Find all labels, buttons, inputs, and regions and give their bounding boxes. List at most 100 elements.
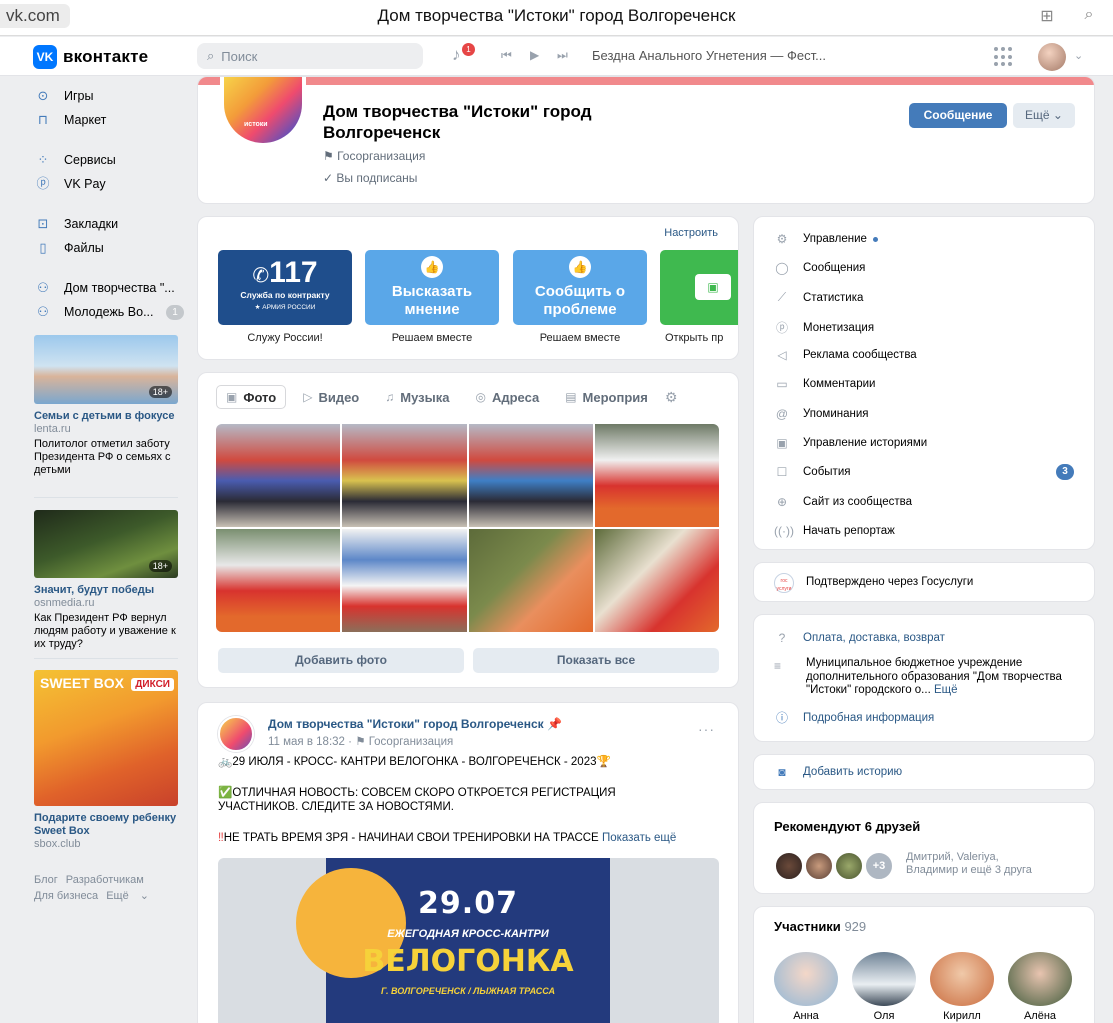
photo-thumbnail[interactable]	[342, 424, 467, 527]
menu-item-comments[interactable]: ▭ Комментарии	[774, 377, 1074, 391]
ad-source: lenta.ru	[34, 423, 71, 435]
previous-track-icon[interactable]: ⏮	[501, 48, 512, 63]
footer-link-developers[interactable]: Разработчикам	[66, 874, 144, 886]
menu-item-stories[interactable]: ▣ Управление историями	[774, 436, 1074, 450]
community-avatar[interactable]: истоки	[220, 77, 306, 147]
sidebar-item-games[interactable]: ⊙ Игры	[34, 84, 184, 108]
notifications-badge: 1	[462, 43, 475, 56]
member[interactable]: Оля	[852, 952, 916, 1022]
post-date[interactable]: 11 мая в 18:32 · ⚑ Госорганизация	[268, 734, 453, 748]
photo-thumbnail[interactable]	[468, 424, 593, 527]
menu-item-broadcast[interactable]: ((·)) Начать репортаж	[774, 524, 1074, 538]
widget-tile-opinion[interactable]: 👍 Высказать мнение	[365, 250, 499, 325]
menu-item-monetization[interactable]: ⓟ Монетизация	[774, 319, 1074, 336]
apps-grid-icon[interactable]	[994, 47, 1014, 67]
gear-icon[interactable]: ⚙	[665, 389, 678, 406]
group-icon: ⚇	[37, 304, 49, 319]
poster-artwork: 29.07 ЕЖЕГОДНАЯ КРОСС-КАНТРИ ВЕЛОГОНКА Г…	[296, 858, 610, 1023]
tab-video[interactable]: ▷ Видео	[294, 385, 368, 409]
menu-item-ads[interactable]: ◁ Реклама сообщества	[774, 348, 1074, 362]
ad-image[interactable]: SWEET BOX ДИКСИ	[34, 670, 178, 806]
info-payment[interactable]: ? Оплата, доставка, возврат	[774, 631, 1074, 645]
sidebar-item-group-istoki[interactable]: ⚇ Дом творчества "...	[34, 276, 184, 300]
widget-tile-report[interactable]: 👍 Сообщить о проблеме	[513, 250, 647, 325]
sidebar-item-files[interactable]: ▯ Файлы	[34, 236, 184, 260]
widget-tile-army[interactable]: ✆117 Служба по контракту ★ АРМИЯ РОССИИ	[218, 250, 352, 325]
next-track-icon[interactable]: ⏭	[557, 48, 568, 63]
footer-link-blog[interactable]: Блог	[34, 874, 58, 886]
add-photo-button[interactable]: Добавить фото	[218, 648, 464, 673]
ad-title[interactable]: Подарите своему ребенку Sweet Box	[34, 812, 178, 838]
zoom-icon[interactable]: ⌕	[1078, 6, 1100, 28]
message-button[interactable]: Сообщение	[909, 103, 1007, 128]
chevron-down-icon[interactable]: ⌄	[1074, 49, 1083, 62]
friend-avatar[interactable]	[804, 851, 834, 881]
notifications-button[interactable]: ♪ 1	[452, 43, 475, 67]
search-input[interactable]: ⌕ Поиск	[197, 43, 423, 69]
ad-block[interactable]: 18+ Значит, будут победы osnmedia.ru Как…	[34, 510, 178, 651]
sidebar-item-vkpay[interactable]: ⓟ VK Pay	[34, 172, 184, 196]
post-author-avatar[interactable]	[218, 716, 254, 752]
members-title[interactable]: Участники 929	[774, 919, 866, 934]
more-friends-badge[interactable]: +3	[864, 851, 894, 881]
location-icon: ◎	[475, 390, 486, 404]
photo-thumbnail[interactable]	[216, 529, 341, 632]
friend-avatar[interactable]	[774, 851, 804, 881]
photo-thumbnail[interactable]	[594, 424, 719, 527]
info-details[interactable]: ⓘ Подробная информация	[774, 709, 1074, 726]
sidebar-item-services[interactable]: ⁘ Сервисы	[34, 148, 184, 172]
widget-tile-open[interactable]: ▣	[660, 250, 738, 325]
sidebar-item-bookmarks[interactable]: ⊡ Закладки	[34, 212, 184, 236]
post-text-line: ‼НЕ ТРАТЬ ВРЕМЯ ЗРЯ - НАЧИНАЙ СВОИ ТРЕНИ…	[218, 832, 677, 844]
now-playing[interactable]: Бездна Анального Угнетения — Фест...	[592, 48, 826, 63]
member[interactable]: Алёна	[1008, 952, 1072, 1022]
ad-brand-dixy: ДИКСИ	[131, 678, 174, 691]
member[interactable]: Кирилл	[930, 952, 994, 1022]
sidebar-footer: Блог Разработчикам Для бизнеса Ещё ⌄	[34, 872, 184, 904]
photo-icon: ▣	[226, 390, 238, 404]
gosuslugi-icon: гос услуги	[774, 573, 794, 593]
ad-block[interactable]: SWEET BOX ДИКСИ Подарите своему ребенку …	[34, 670, 178, 851]
extensions-icon[interactable]: ⊞	[1036, 6, 1058, 28]
add-story[interactable]: ◙ Добавить историю	[753, 754, 1095, 790]
sidebar-item-group-youth[interactable]: ⚇ Молодежь Во... 1	[34, 300, 184, 324]
tab-music[interactable]: ♫ Музыка	[376, 385, 458, 409]
post-menu-icon[interactable]: ···	[698, 721, 715, 737]
ad-image[interactable]: 18+	[34, 510, 178, 578]
menu-item-messages[interactable]: ◯ Сообщения	[774, 261, 1074, 275]
ad-block[interactable]: 18+ Семьи с детьми в фокусе lenta.ru Пол…	[34, 335, 178, 477]
menu-item-events[interactable]: ☐ События	[774, 465, 1074, 479]
sidebar-item-market[interactable]: ⊓ Маркет	[34, 108, 184, 132]
gosuslugi-verified[interactable]: гос услуги Подтверждено через Госуслуги	[753, 562, 1095, 602]
vk-logo[interactable]: VK вконтакте	[33, 45, 148, 69]
configure-link[interactable]: Настроить	[664, 227, 718, 239]
photo-thumbnail[interactable]	[216, 424, 341, 527]
show-more-link[interactable]: Показать ещё	[602, 832, 676, 844]
user-avatar[interactable]	[1038, 43, 1066, 71]
photo-thumbnail[interactable]	[594, 529, 719, 632]
footer-link-more[interactable]: Ещё ⌄	[106, 890, 149, 902]
more-button[interactable]: Ещё ⌄	[1013, 103, 1075, 128]
ad-title[interactable]: Семьи с детьми в фокусе	[34, 410, 178, 423]
tab-events[interactable]: ▤ Мероприя	[556, 385, 657, 409]
tab-addresses[interactable]: ◎ Адреса	[466, 385, 548, 409]
add-story-button[interactable]: ◙ Добавить историю	[774, 765, 1074, 779]
photo-thumbnail[interactable]	[468, 529, 593, 632]
tab-photos[interactable]: ▣ Фото	[216, 385, 287, 409]
photo-thumbnail[interactable]	[342, 529, 467, 632]
show-all-button[interactable]: Показать все	[473, 648, 719, 673]
footer-link-business[interactable]: Для бизнеса	[34, 890, 98, 902]
menu-item-mentions[interactable]: @ Упоминания	[774, 407, 1074, 421]
friend-avatar[interactable]	[834, 851, 864, 881]
ad-image[interactable]: 18+	[34, 335, 178, 404]
menu-item-website[interactable]: ⊕ Сайт из сообщества	[774, 495, 1074, 509]
ad-title[interactable]: Значит, будут победы	[34, 584, 178, 597]
play-icon[interactable]: ▶	[530, 48, 539, 62]
post-author[interactable]: Дом творчества "Истоки" город Волгоречен…	[268, 717, 562, 731]
menu-item-manage[interactable]: ⚙ Управление	[774, 232, 1074, 246]
description-more-link[interactable]: Ещё	[934, 684, 958, 696]
member[interactable]: Анна	[774, 952, 838, 1022]
subscription-status[interactable]: ✓ Вы подписаны	[323, 171, 417, 185]
menu-item-statistics[interactable]: ⟋ Статистика	[774, 290, 1074, 305]
post-image[interactable]: 29.07 ЕЖЕГОДНАЯ КРОСС-КАНТРИ ВЕЛОГОНКА Г…	[218, 858, 719, 1023]
